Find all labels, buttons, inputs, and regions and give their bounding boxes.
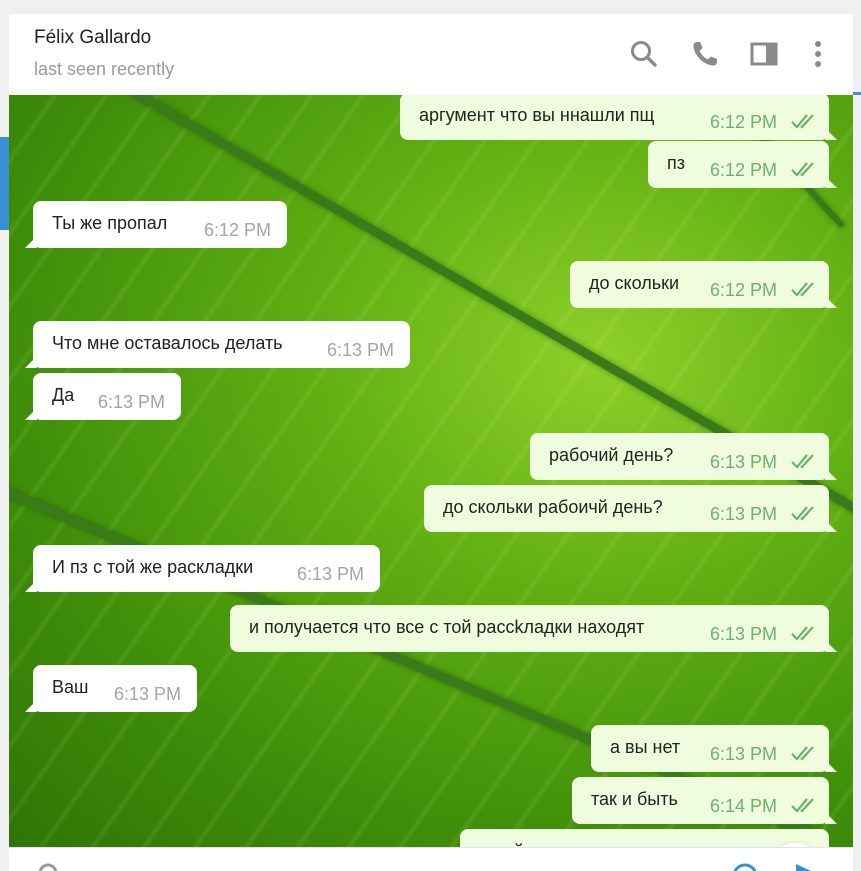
read-receipt-icon xyxy=(791,798,814,813)
more-vertical-icon[interactable] xyxy=(803,39,833,69)
window-edge-accent-right xyxy=(853,92,861,95)
message-time: 6:13 PM xyxy=(97,392,165,412)
message-text: так и быть xyxy=(591,789,678,809)
chat-header: Félix Gallardo last seen recently xyxy=(9,14,853,96)
outgoing-message[interactable]: а вы нет 6:13 PM xyxy=(591,725,837,772)
outgoing-message[interactable]: аргумент что вы ннашли пщ 6:12 PM xyxy=(400,95,837,140)
message-text: рабочий день? xyxy=(549,445,674,465)
chat-window: Félix Gallardo last seen recently аргуме… xyxy=(9,14,853,871)
read-receipt-icon xyxy=(791,746,814,761)
message-text: пз xyxy=(667,153,685,173)
window-edge-accent xyxy=(0,137,9,230)
outgoing-message[interactable]: так и быть 6:14 PM xyxy=(572,777,837,824)
read-receipt-icon xyxy=(791,282,814,297)
read-receipt-icon xyxy=(791,114,814,129)
sidebar-toggle-icon[interactable] xyxy=(749,39,779,69)
message-text: и получается что все с той рассkладки на… xyxy=(249,617,645,637)
message-time: 6:13 PM xyxy=(709,744,777,764)
read-receipt-icon xyxy=(791,506,814,521)
phone-icon[interactable] xyxy=(690,39,720,69)
message-text: Что мне оставалось делать xyxy=(52,333,283,353)
message-time: 6:12 PM xyxy=(203,220,271,240)
message-time: 6:13 PM xyxy=(296,564,364,584)
message-text: до скольки xyxy=(589,273,680,293)
message-text: а вы нет xyxy=(610,737,681,757)
read-receipt-icon xyxy=(791,454,814,469)
outgoing-message[interactable]: пз 6:12 PM xyxy=(648,141,837,188)
message-text: до скольки рабоичй день? xyxy=(443,497,663,517)
outgoing-message[interactable]: а пойду вам не встречу xyxy=(460,829,829,847)
message-time: 6:12 PM xyxy=(709,160,777,180)
message-time: 6:12 PM xyxy=(709,280,777,300)
message-time: 6:14 PM xyxy=(709,796,777,816)
message-time: 6:12 PM xyxy=(709,112,777,132)
incoming-message[interactable]: Да 6:13 PM xyxy=(25,373,181,420)
outgoing-message[interactable]: рабочий день? 6:13 PM xyxy=(530,433,837,480)
peer-name[interactable]: Félix Gallardo xyxy=(34,27,151,49)
message-text: И пз с той же раскладки xyxy=(52,557,254,577)
outgoing-message[interactable]: до скольки 6:12 PM xyxy=(570,261,837,308)
read-receipt-icon xyxy=(791,162,814,177)
incoming-message[interactable]: Что мне оставалось делать 6:13 PM xyxy=(25,321,410,368)
message-text: Ты же пропал xyxy=(52,213,168,233)
message-time: 6:13 PM xyxy=(113,684,181,704)
outgoing-message[interactable]: и получается что все с той рассkладки на… xyxy=(230,605,837,652)
message-time: 6:13 PM xyxy=(709,624,777,644)
message-time: 6:13 PM xyxy=(709,504,777,524)
incoming-message[interactable]: Ты же пропал 6:12 PM xyxy=(25,201,287,248)
incoming-message[interactable]: И пз с той же раскладки 6:13 PM xyxy=(25,545,380,592)
send-icon[interactable] xyxy=(793,862,815,871)
search-icon[interactable] xyxy=(629,39,659,69)
read-receipt-icon xyxy=(791,626,814,641)
emoji-icon[interactable] xyxy=(731,862,759,871)
message-composer[interactable] xyxy=(9,847,853,871)
incoming-message[interactable]: Ваш 6:13 PM xyxy=(25,665,197,712)
message-text: аргумент что вы ннашли пщ xyxy=(419,105,655,125)
outgoing-message[interactable]: до скольки рабоичй день? 6:13 PM xyxy=(424,485,837,532)
message-text: Да xyxy=(52,385,75,405)
message-time: 6:13 PM xyxy=(326,340,394,360)
message-time: 6:13 PM xyxy=(709,452,777,472)
peer-status: last seen recently xyxy=(34,59,175,79)
attach-icon[interactable] xyxy=(37,862,59,871)
message-text: Ваш xyxy=(52,677,89,697)
message-list[interactable]: аргумент что вы ннашли пщ 6:12 PM пз 6:12 P… xyxy=(9,95,853,847)
